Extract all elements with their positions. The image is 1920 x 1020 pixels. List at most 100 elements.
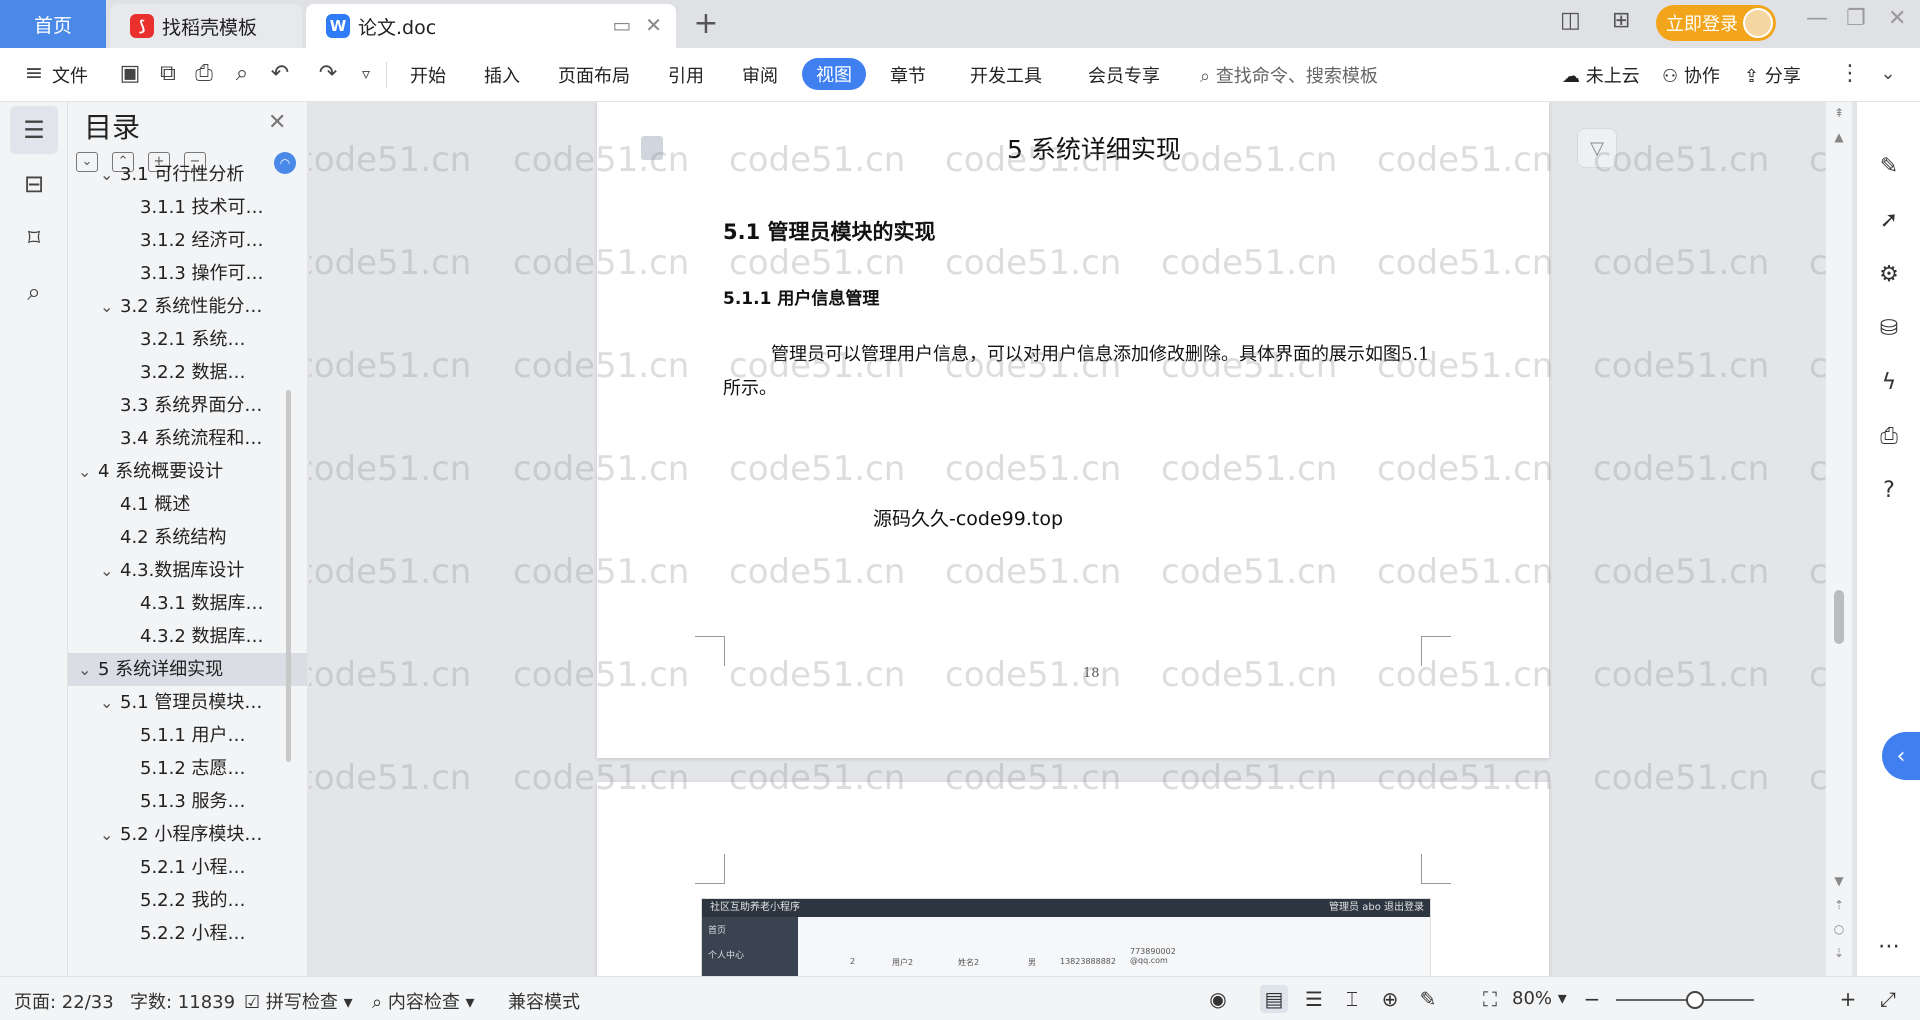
chevron-down-icon[interactable]: ⌄ [100, 290, 113, 323]
chevron-down-icon[interactable]: ⌄ [100, 818, 113, 851]
book-icon[interactable]: ⎙ [1875, 422, 1903, 450]
toc-item[interactable]: ⌄ 4 系统概要设计 [68, 455, 307, 488]
write-mode-icon[interactable]: ✎ [1414, 985, 1442, 1013]
toc-item[interactable]: ⌄ 4.3.数据库设计 [68, 554, 307, 587]
screen-icon[interactable]: ▭ [612, 13, 631, 37]
toc-item[interactable]: 3.1.1 技术可… [68, 191, 307, 224]
vertical-scrollbar[interactable]: ⇞ ▲ ▼ ⇡ ○ ⇣ [1826, 102, 1852, 976]
more-icon[interactable]: ⋯ [1875, 932, 1903, 960]
word-count[interactable]: 字数: 11839 [130, 988, 235, 1014]
menu-page-layout[interactable]: 页面布局 [558, 62, 630, 88]
toc-item[interactable]: 5.1.3 服务… [68, 785, 307, 818]
zoom-in-icon[interactable]: + [1834, 985, 1862, 1013]
toc-item[interactable]: ⌄ 3.1 可行性分析 [68, 158, 307, 191]
new-tab-button[interactable]: + [690, 6, 722, 41]
save-icon[interactable]: ▣ [116, 59, 144, 87]
zoom-level[interactable]: 80% ▾ [1512, 988, 1567, 1009]
prev-page-icon[interactable]: ⇡ [1830, 898, 1848, 912]
outline-view-icon[interactable]: ☰ [1300, 985, 1328, 1013]
layout-toggle-icon[interactable]: ◫ [1560, 8, 1581, 33]
chevron-down-icon[interactable]: ⌄ [78, 455, 91, 488]
toc-scrollbar[interactable] [286, 390, 291, 762]
chevron-down-icon[interactable]: ⌄ [100, 158, 113, 191]
export-icon[interactable]: ⧉ [154, 59, 182, 87]
fold-panel-icon[interactable]: ▽ [1577, 128, 1617, 168]
hamburger-icon[interactable]: ≡ [20, 59, 48, 87]
close-tab-icon[interactable]: ✕ [645, 13, 662, 37]
page-menu-icon[interactable] [641, 136, 663, 160]
chevron-down-icon[interactable]: ⌄ [100, 554, 113, 587]
document-page[interactable]: 社区互助养老小程序 管理员 abo 退出登录 首页 个人中心 2 用户2 姓名2… [597, 782, 1549, 976]
zoom-out-icon[interactable]: − [1578, 985, 1606, 1013]
eye-protect-icon[interactable]: ◉ [1204, 985, 1232, 1013]
toc-item[interactable]: 4.3.2 数据库… [68, 620, 307, 653]
scroll-down-icon[interactable]: ▼ [1830, 874, 1848, 888]
toc-item[interactable]: 3.3 系统界面分… [68, 389, 307, 422]
toc-item[interactable]: 5.2.2 小程… [68, 917, 307, 950]
menu-references[interactable]: 引用 [668, 62, 704, 88]
select-browse-icon[interactable]: ○ [1830, 922, 1848, 936]
nav-pane-icon[interactable]: ⊟ [10, 160, 58, 208]
toc-item[interactable]: ⌄ 5 系统详细实现 [68, 653, 307, 686]
tab-document[interactable]: W 论文.doc ▭ ✕ [306, 4, 676, 48]
toc-item[interactable]: 5.2.1 小程… [68, 851, 307, 884]
collapse-ribbon-icon[interactable]: ⌄ [1874, 59, 1902, 87]
document-canvas[interactable]: 5 系统详细实现 5.1 管理员模块的实现 5.1.1 用户信息管理 管理员可以… [309, 102, 1841, 976]
toc-item[interactable]: ⌄ 3.2 系统性能分… [68, 290, 307, 323]
toc-item[interactable]: 3.4 系统流程和… [68, 422, 307, 455]
toc-item[interactable]: 3.1.2 经济可… [68, 224, 307, 257]
redo-icon[interactable]: ↷ [314, 59, 342, 87]
spell-check-button[interactable]: ☑ 拼写检查 ▾ [244, 988, 353, 1014]
command-search[interactable]: ⌕ 查找命令、搜索模板 [1200, 62, 1378, 88]
tab-home[interactable]: 首页 [0, 0, 106, 48]
grid-apps-icon[interactable]: ⊞ [1612, 8, 1630, 33]
toc-item[interactable]: 4.2 系统结构 [68, 521, 307, 554]
toc-item[interactable]: ⌄ 5.1 管理员模块… [68, 686, 307, 719]
menu-review[interactable]: 审阅 [742, 62, 778, 88]
bookmark-icon[interactable]: ⌑ [10, 214, 58, 262]
toc-panel-icon[interactable]: ☰ [10, 106, 58, 154]
scroll-top-icon[interactable]: ⇞ [1830, 106, 1848, 120]
menu-developer[interactable]: 开发工具 [970, 62, 1042, 88]
reading-view-icon[interactable]: ⌶ [1338, 985, 1366, 1013]
page-counter[interactable]: 页面: 22/33 [14, 988, 114, 1014]
menu-chapter[interactable]: 章节 [890, 62, 926, 88]
customize-qat-icon[interactable]: ▿ [352, 59, 380, 87]
fullscreen-icon[interactable]: ⤢ [1874, 985, 1902, 1013]
toc-item[interactable]: 3.2.2 数据… [68, 356, 307, 389]
toc-item[interactable]: 5.1.2 志愿… [68, 752, 307, 785]
close-window-icon[interactable]: ✕ [1888, 6, 1906, 31]
collaborate-button[interactable]: ⚇ 协作 [1662, 62, 1720, 88]
pen-icon[interactable]: ✎ [1875, 152, 1903, 180]
toc-item[interactable]: 5.2.2 我的… [68, 884, 307, 917]
login-button[interactable]: 立即登录 [1656, 5, 1776, 41]
scroll-thumb[interactable] [1834, 590, 1844, 644]
more-vertical-icon[interactable]: ⋮ [1836, 59, 1864, 87]
toc-item[interactable]: 3.2.1 系统… [68, 323, 307, 356]
shop-icon[interactable]: ⛁ [1875, 314, 1903, 342]
adjust-icon[interactable]: ⚙ [1875, 260, 1903, 288]
page-view-icon[interactable]: ▤ [1260, 985, 1288, 1013]
print-preview-icon[interactable]: ⌕ [228, 59, 256, 87]
toc-item[interactable]: 4.1 概述 [68, 488, 307, 521]
toc-item[interactable]: 4.3.1 数据库… [68, 587, 307, 620]
zoom-slider[interactable] [1616, 999, 1754, 1001]
restore-icon[interactable]: ❐ [1846, 6, 1866, 31]
fit-page-icon[interactable]: ⛶ [1476, 985, 1504, 1013]
next-page-icon[interactable]: ⇣ [1830, 946, 1848, 960]
content-check-button[interactable]: ⌕ 内容检查 ▾ [372, 988, 475, 1014]
cloud-status[interactable]: ☁ 未上云 [1562, 62, 1640, 88]
document-page[interactable]: 5 系统详细实现 5.1 管理员模块的实现 5.1.1 用户信息管理 管理员可以… [597, 102, 1549, 758]
undo-icon[interactable]: ↶ [266, 59, 294, 87]
menu-start[interactable]: 开始 [410, 62, 446, 88]
pointer-icon[interactable]: ➚ [1875, 206, 1903, 234]
tab-daoke-templates[interactable]: ⟆ 找稻壳模板 [110, 4, 302, 48]
close-icon[interactable]: ✕ [268, 110, 286, 135]
toc-item[interactable]: ⌄ 5.2 小程序模块… [68, 818, 307, 851]
menu-insert[interactable]: 插入 [484, 62, 520, 88]
toc-item[interactable]: 5.1.1 用户… [68, 719, 307, 752]
find-icon[interactable]: ⌕ [10, 268, 58, 316]
menu-member[interactable]: 会员专享 [1088, 62, 1160, 88]
minimize-icon[interactable]: — [1806, 6, 1828, 31]
file-menu[interactable]: 文件 [52, 62, 88, 88]
